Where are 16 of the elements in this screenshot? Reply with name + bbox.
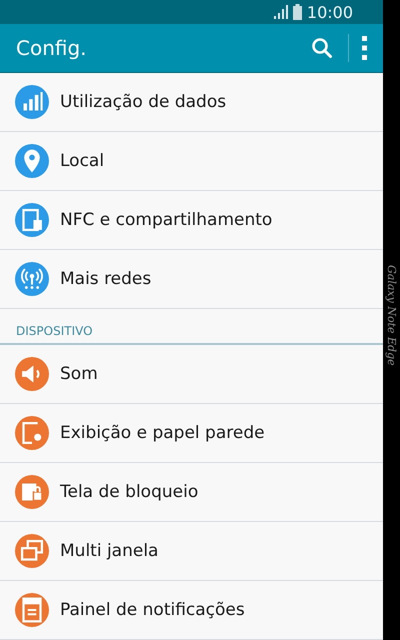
item-label: Painel de notificações [60, 600, 245, 620]
item-label: NFC e compartilhamento [60, 210, 272, 230]
signal-icon [272, 5, 288, 19]
item-label: Exibição e papel parede [60, 423, 265, 443]
device-name: Galaxy Note Edge [385, 265, 398, 366]
screen-title: Config. [16, 36, 88, 60]
item-label: Utilização de dados [60, 92, 226, 112]
search-button[interactable] [310, 36, 334, 60]
item-label: Som [60, 364, 98, 384]
item-label: Mais redes [60, 269, 152, 289]
item-label: Tela de bloqueio [60, 482, 198, 502]
item-label: Multi janela [60, 541, 158, 561]
item-label: Local [60, 151, 104, 171]
battery-icon [292, 4, 302, 20]
status-time: 10:00 [306, 2, 353, 22]
more-options-button[interactable] [361, 35, 369, 61]
